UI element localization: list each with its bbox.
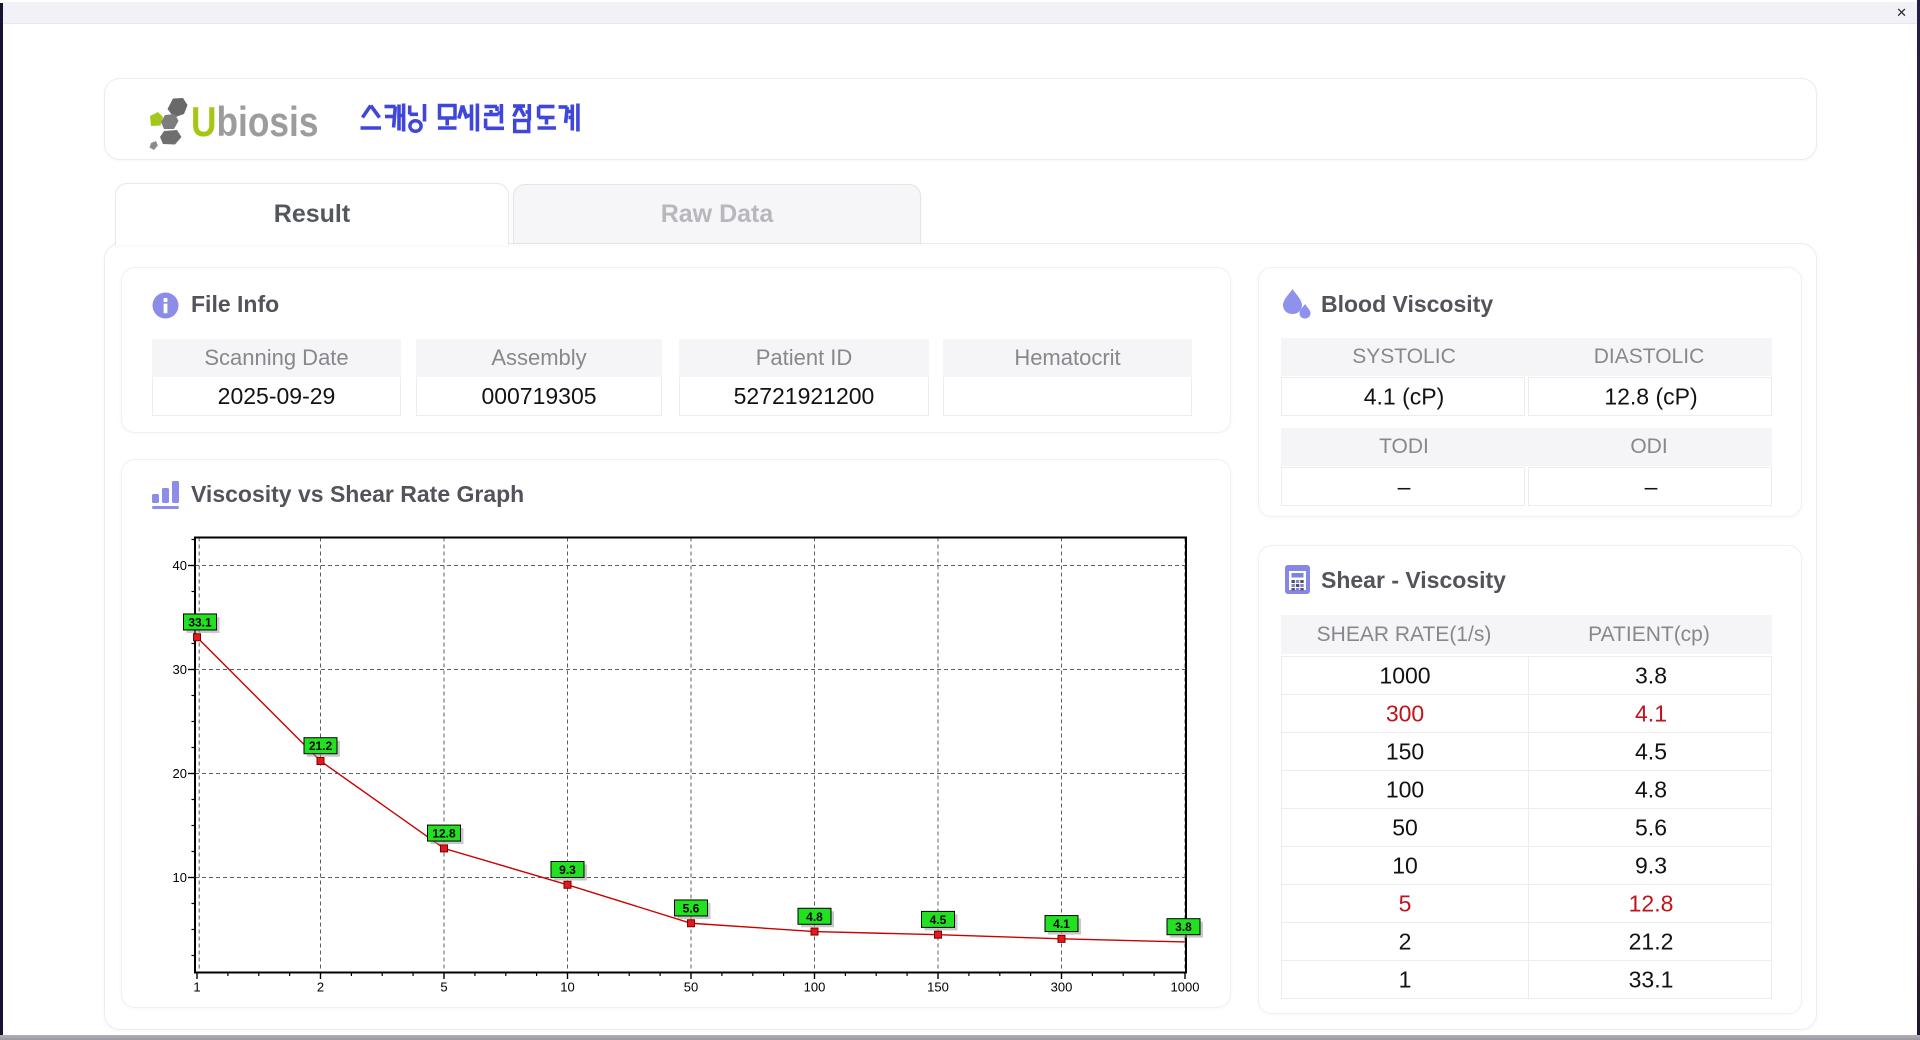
svg-text:1: 1 [193,980,200,995]
svg-text:4.1: 4.1 [1053,917,1070,931]
svg-text:1000: 1000 [1171,980,1200,995]
svg-text:10: 10 [173,870,187,885]
svg-text:21.2: 21.2 [309,739,333,753]
svg-text:2: 2 [317,980,324,995]
svg-text:30: 30 [173,662,187,677]
svg-text:10: 10 [560,980,574,995]
svg-text:5.6: 5.6 [683,901,700,915]
svg-text:300: 300 [1051,980,1073,995]
svg-text:9.3: 9.3 [559,863,576,877]
svg-text:100: 100 [804,980,826,995]
svg-text:5: 5 [440,980,447,995]
svg-text:150: 150 [927,980,949,995]
svg-text:12.8: 12.8 [432,827,456,841]
svg-text:4.8: 4.8 [806,910,823,924]
svg-text:40: 40 [173,558,187,573]
svg-text:50: 50 [684,980,698,995]
svg-text:4.5: 4.5 [930,913,947,927]
svg-text:3.8: 3.8 [1175,920,1192,934]
svg-text:20: 20 [173,766,187,781]
svg-text:33.1: 33.1 [188,615,212,629]
